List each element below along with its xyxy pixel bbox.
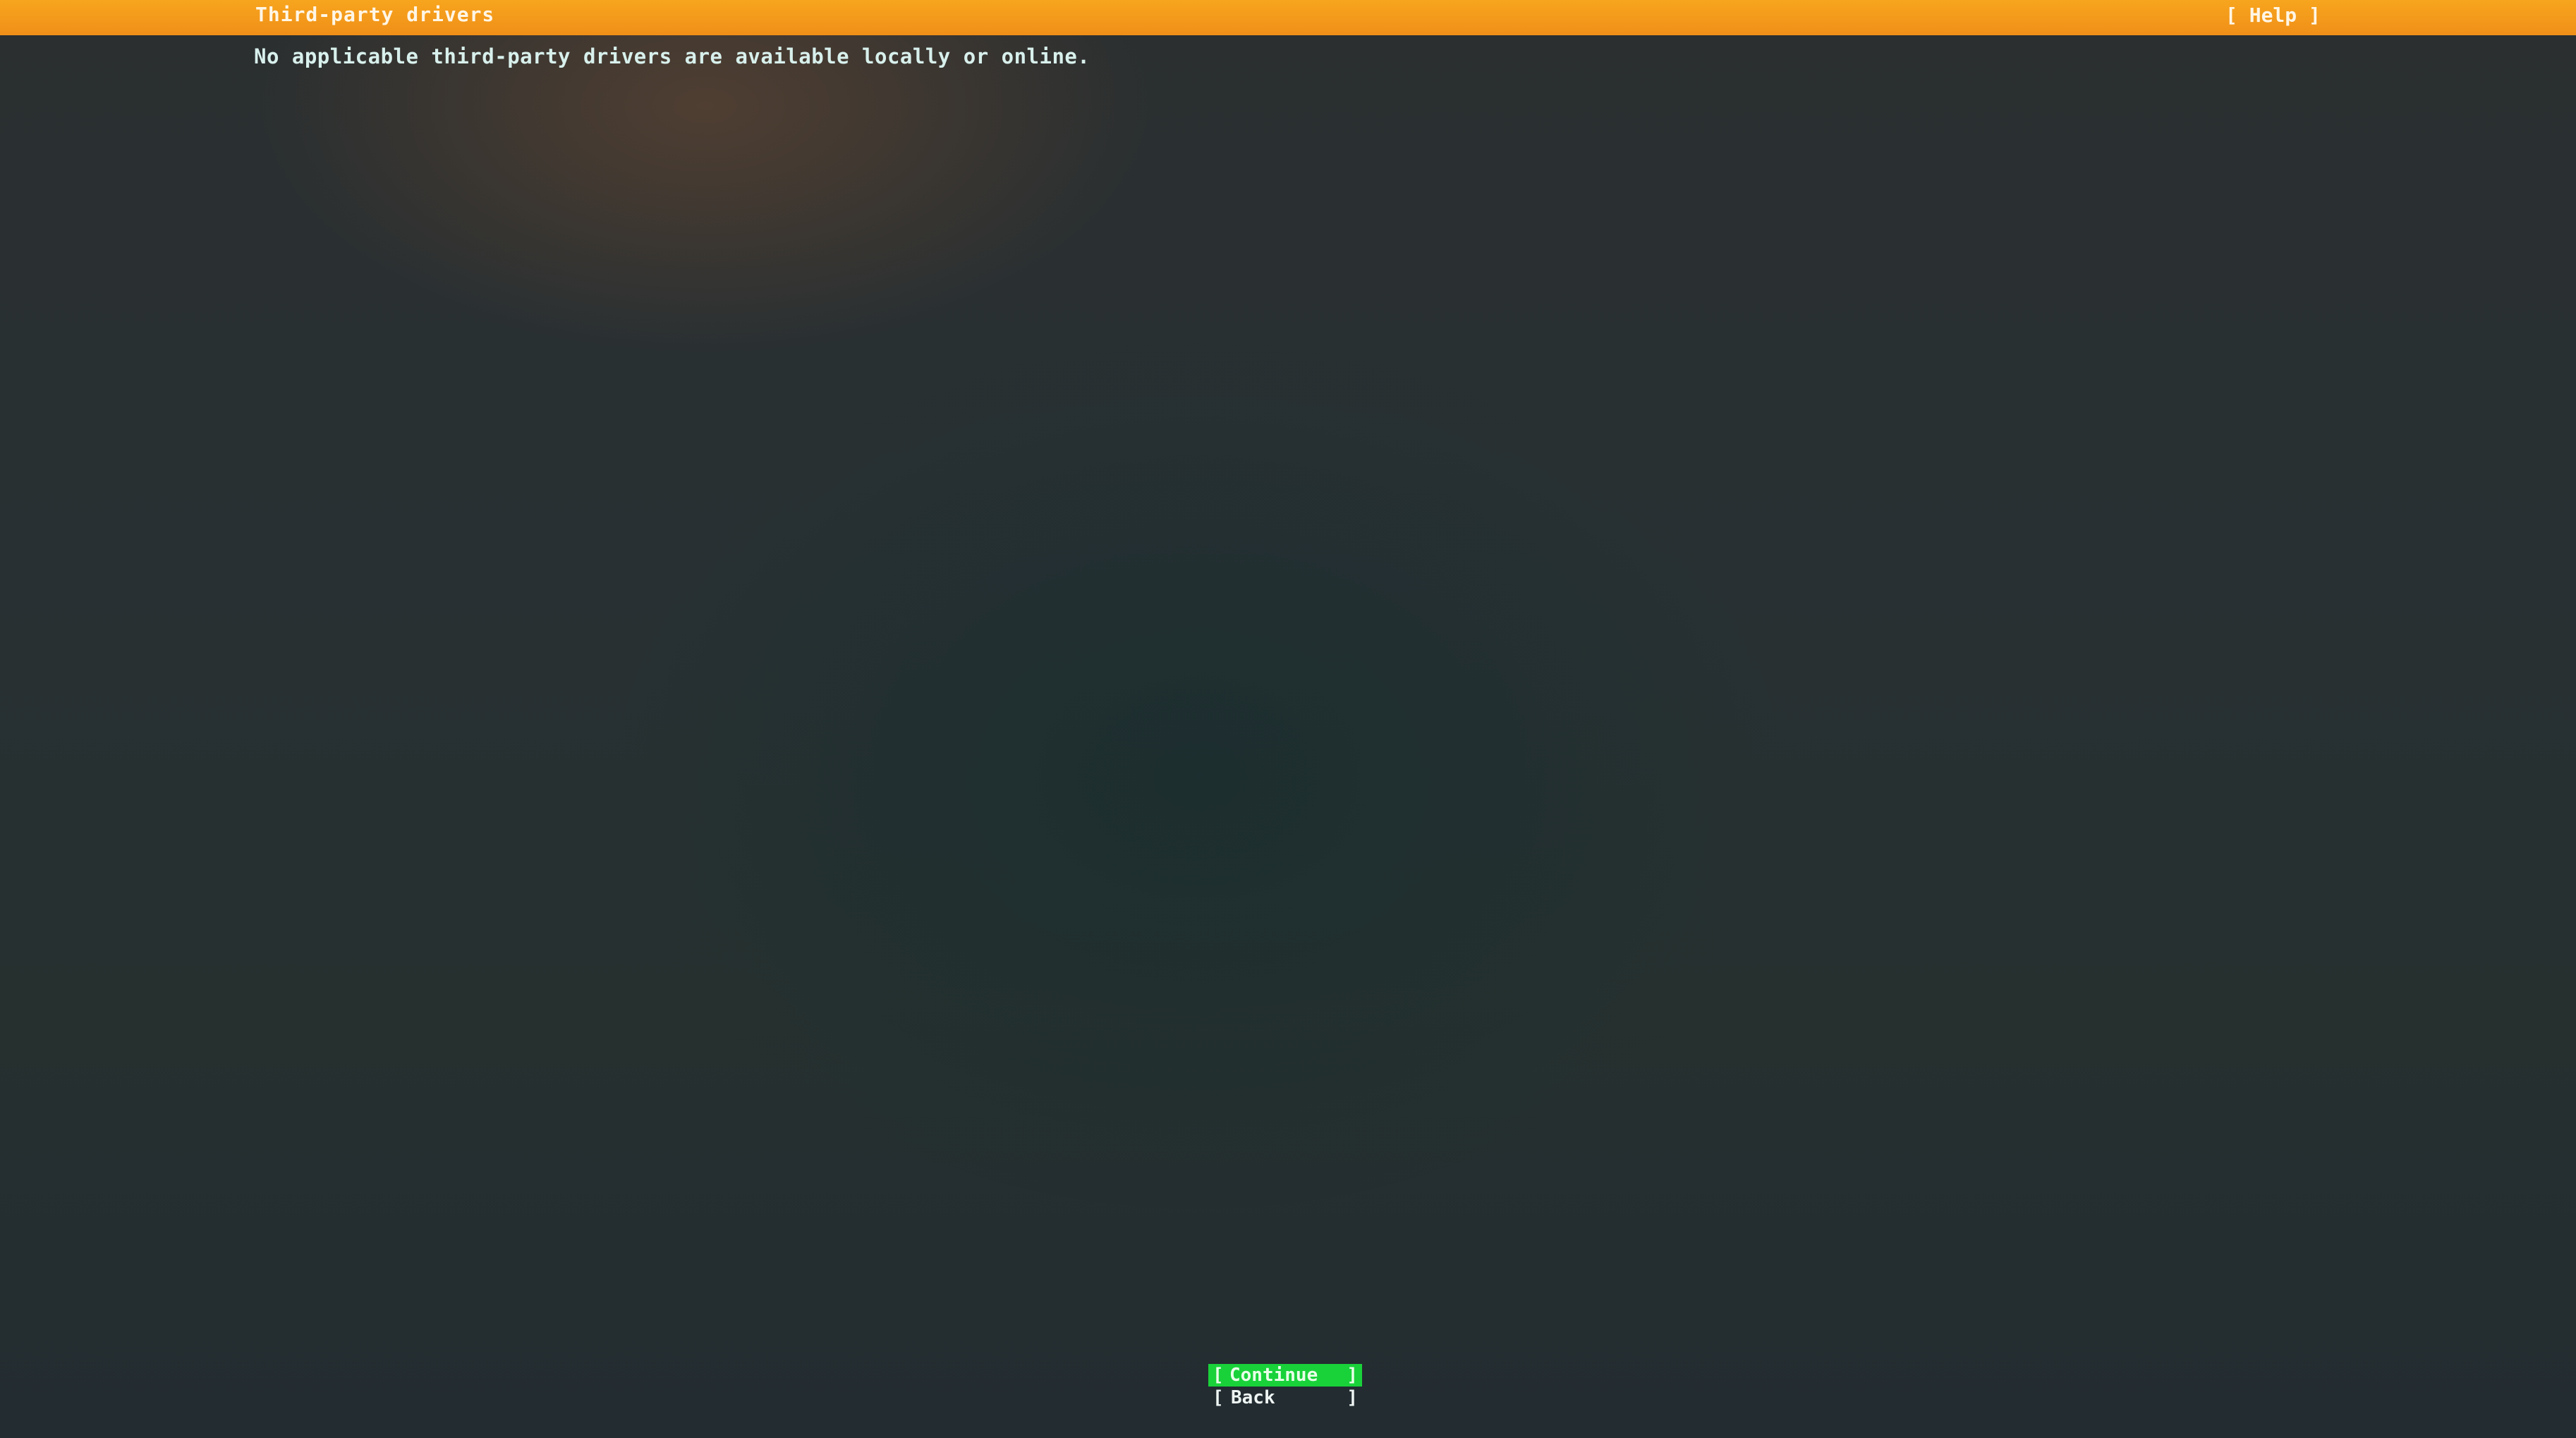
right-bracket: ] xyxy=(1347,1387,1358,1408)
title-bar: Third-party drivers [ Help ] xyxy=(0,0,2576,35)
continue-button[interactable]: [ Continue ] xyxy=(1208,1364,1362,1387)
left-bracket: [ xyxy=(1213,1387,1224,1408)
help-button[interactable]: [ Help ] xyxy=(2225,4,2321,27)
right-bracket: ] xyxy=(1347,1365,1358,1386)
installer-screen: Third-party drivers [ Help ] No applicab… xyxy=(0,0,2576,1438)
left-bracket: [ xyxy=(1213,1365,1224,1386)
back-button[interactable]: [ Back ] xyxy=(1208,1387,1362,1409)
back-label: Back xyxy=(1231,1387,1275,1408)
page-title: Third-party drivers xyxy=(255,3,495,26)
continue-label: Continue xyxy=(1229,1365,1318,1386)
no-drivers-message: No applicable third-party drivers are av… xyxy=(254,44,1090,68)
